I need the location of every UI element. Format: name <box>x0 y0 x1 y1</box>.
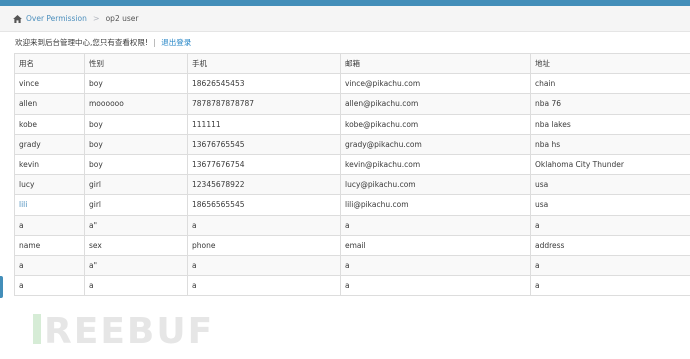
table-row: lucy girl 12345678922 lucy@pikachu.com u… <box>14 174 690 196</box>
cell-address: nba 76 <box>530 93 690 115</box>
sidebar-collapse-handle[interactable] <box>0 276 3 298</box>
freebuf-watermark: REEBUF <box>33 314 214 350</box>
cell-username: allen <box>14 93 85 115</box>
watermark-text: REEBUF <box>44 311 215 352</box>
cell-email: kobe@pikachu.com <box>340 113 531 135</box>
table-row: vince boy 18626545453 vince@pikachu.com … <box>14 73 690 95</box>
welcome-separator: | <box>153 38 156 47</box>
cell-phone: a <box>187 214 341 236</box>
cell-email: kevin@pikachu.com <box>340 153 531 176</box>
cell-gender: a" <box>84 214 188 236</box>
column-header-username: 用名 <box>14 52 85 75</box>
cell-address: address <box>530 234 690 256</box>
table-row: kevin boy 13677676754 kevin@pikachu.com … <box>14 153 690 176</box>
cell-phone: 18626545453 <box>187 73 341 95</box>
cell-phone: 12345678922 <box>187 174 341 196</box>
cell-username: kobe <box>14 113 85 135</box>
cell-email: lucy@pikachu.com <box>340 174 531 196</box>
cell-phone: 111111 <box>187 113 341 135</box>
table-row: a a a a a <box>14 275 690 297</box>
cell-gender: a" <box>84 254 188 277</box>
cell-address: nba hs <box>530 133 690 155</box>
column-header-phone: 手机 <box>187 52 341 75</box>
cell-username: a <box>14 254 85 277</box>
cell-gender: boy <box>84 133 188 155</box>
cell-username: kevin <box>14 153 85 176</box>
breadcrumb-current: op2 user <box>105 14 139 23</box>
table-row: a a" a a a <box>14 254 690 277</box>
cell-gender: boy <box>84 73 188 95</box>
breadcrumb-separator: > <box>92 14 100 23</box>
cell-gender: a <box>84 275 188 297</box>
breadcrumb-link-over-permission[interactable]: Over Permission <box>26 14 87 23</box>
cell-email: email <box>340 234 531 256</box>
table-row: kobe boy 111111 kobe@pikachu.com nba lak… <box>14 113 690 135</box>
cell-email: vince@pikachu.com <box>340 73 531 95</box>
home-icon <box>13 14 22 23</box>
cell-address: a <box>530 254 690 277</box>
breadcrumb: Over Permission > op2 user <box>0 6 690 32</box>
cell-email: allen@pikachu.com <box>340 93 531 115</box>
column-header-email: 邮箱 <box>340 52 531 75</box>
cell-email: a <box>340 275 531 297</box>
user-table: 用名 性别 手机 邮箱 地址 vince boy 18626545453 vin… <box>14 52 690 297</box>
cell-phone: 13677676754 <box>187 153 341 176</box>
cell-email: grady@pikachu.com <box>340 133 531 155</box>
cell-phone: 7878787878787 <box>187 93 341 115</box>
cell-username: a <box>14 275 85 297</box>
cell-address: Oklahoma City Thunder <box>530 153 690 176</box>
cell-username: vince <box>14 73 85 95</box>
freebuf-logo-mark <box>33 314 41 344</box>
cell-phone: a <box>187 254 341 277</box>
cell-gender: sex <box>84 234 188 256</box>
table-row: lili girl 18656565545 lili@pikachu.com u… <box>14 194 690 216</box>
cell-username: lili <box>14 194 85 216</box>
welcome-line: 欢迎来到后台管理中心,您只有查看权限! | 退出登录 <box>15 37 191 48</box>
cell-username: grady <box>14 133 85 155</box>
cell-gender: girl <box>84 194 188 216</box>
table-row: grady boy 13676765545 grady@pikachu.com … <box>14 133 690 155</box>
cell-address: chain <box>530 73 690 95</box>
cell-address: usa <box>530 174 690 196</box>
cell-email: a <box>340 254 531 277</box>
table-header-row: 用名 性别 手机 邮箱 地址 <box>14 52 690 75</box>
cell-address: a <box>530 214 690 236</box>
table-row: name sex phone email address <box>14 234 690 256</box>
welcome-message: 欢迎来到后台管理中心,您只有查看权限! <box>15 38 148 47</box>
cell-phone: a <box>187 275 341 297</box>
cell-phone: phone <box>187 234 341 256</box>
cell-email: a <box>340 214 531 236</box>
cell-username: name <box>14 234 85 256</box>
cell-email: lili@pikachu.com <box>340 194 531 216</box>
cell-gender: girl <box>84 174 188 196</box>
column-header-gender: 性别 <box>84 52 188 75</box>
column-header-address: 地址 <box>530 52 690 75</box>
cell-address: nba lakes <box>530 113 690 135</box>
cell-phone: 18656565545 <box>187 194 341 216</box>
cell-phone: 13676765545 <box>187 133 341 155</box>
cell-gender: moooooo <box>84 93 188 115</box>
logout-link[interactable]: 退出登录 <box>161 38 191 47</box>
cell-username: a <box>14 214 85 236</box>
cell-gender: boy <box>84 113 188 135</box>
cell-address: a <box>530 275 690 297</box>
table-row: a a" a a a <box>14 214 690 236</box>
table-row: allen moooooo 7878787878787 allen@pikach… <box>14 93 690 115</box>
cell-username: lucy <box>14 174 85 196</box>
cell-address: usa <box>530 194 690 216</box>
cell-gender: boy <box>84 153 188 176</box>
